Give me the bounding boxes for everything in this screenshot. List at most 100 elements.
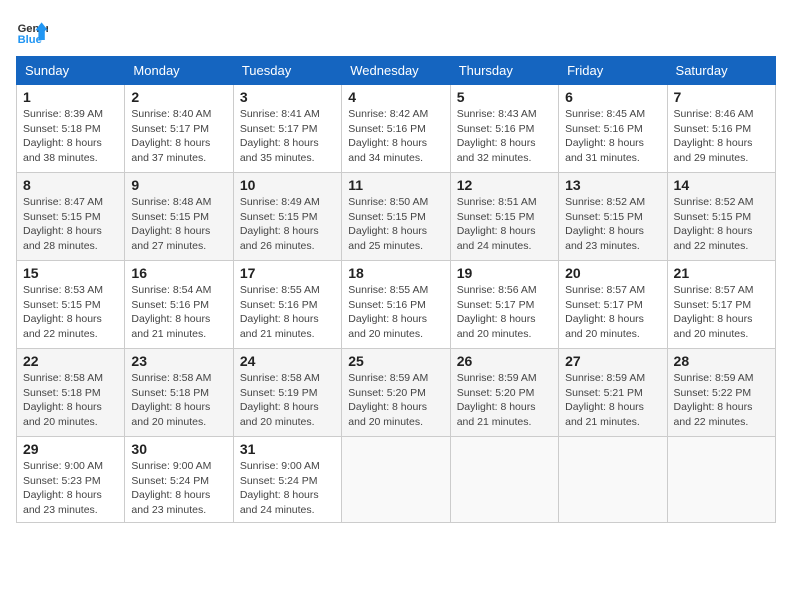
day-info: Sunrise: 8:59 AMSunset: 5:20 PMDaylight:… [348,371,443,430]
calendar-cell: 19Sunrise: 8:56 AMSunset: 5:17 PMDayligh… [450,261,558,349]
day-number: 10 [240,177,335,193]
calendar-cell: 12 Sunrise: 8:51 AMSunset: 5:15 PMDayligh… [450,173,558,261]
day-header-tuesday: Tuesday [233,57,341,85]
week-row-5: 29 Sunrise: 9:00 AMSunset: 5:23 PMDayligh… [17,437,776,523]
calendar-cell: 17 Sunrise: 8:55 AMSunset: 5:16 PMDayligh… [233,261,341,349]
calendar-table: SundayMondayTuesdayWednesdayThursdayFrid… [16,56,776,523]
day-number: 28 [674,353,769,369]
day-info: Sunrise: 8:45 AMSunset: 5:16 PMDaylight:… [565,107,660,166]
day-number: 11 [348,177,443,193]
day-number: 14 [674,177,769,193]
day-number: 18 [348,265,443,281]
calendar-cell: 31 Sunrise: 9:00 AMSunset: 5:24 PMDayligh… [233,437,341,523]
day-number: 26 [457,353,552,369]
calendar-cell: 22Sunrise: 8:58 AMSunset: 5:18 PMDayligh… [17,349,125,437]
calendar-cell: 1 Sunrise: 8:39 AMSunset: 5:18 PMDaylight… [17,85,125,173]
day-info: Sunrise: 8:48 AMSunset: 5:15 PMDaylight:… [131,195,226,254]
week-row-1: 1 Sunrise: 8:39 AMSunset: 5:18 PMDaylight… [17,85,776,173]
calendar-cell: 21 Sunrise: 8:57 AMSunset: 5:17 PMDayligh… [667,261,775,349]
day-info: Sunrise: 8:56 AMSunset: 5:17 PMDaylight:… [457,283,552,342]
day-number: 21 [674,265,769,281]
calendar-cell: 13 Sunrise: 8:52 AMSunset: 5:15 PMDayligh… [559,173,667,261]
day-header-monday: Monday [125,57,233,85]
day-info: Sunrise: 8:55 AMSunset: 5:16 PMDaylight:… [348,283,443,342]
day-info: Sunrise: 9:00 AMSunset: 5:23 PMDaylight:… [23,459,118,518]
day-number: 8 [23,177,118,193]
day-header-wednesday: Wednesday [342,57,450,85]
day-number: 24 [240,353,335,369]
calendar-cell: 27 Sunrise: 8:59 AMSunset: 5:21 PMDayligh… [559,349,667,437]
calendar-cell: 6Sunrise: 8:45 AMSunset: 5:16 PMDaylight… [559,85,667,173]
day-number: 27 [565,353,660,369]
logo-icon: General Blue [16,16,48,48]
day-header-saturday: Saturday [667,57,775,85]
day-info: Sunrise: 8:42 AMSunset: 5:16 PMDaylight:… [348,107,443,166]
day-info: Sunrise: 9:00 AMSunset: 5:24 PMDaylight:… [240,459,335,518]
page-header: General Blue [16,16,776,48]
day-number: 1 [23,89,118,105]
day-info: Sunrise: 8:52 AMSunset: 5:15 PMDaylight:… [565,195,660,254]
day-info: Sunrise: 8:54 AMSunset: 5:16 PMDaylight:… [131,283,226,342]
calendar-cell: 26 Sunrise: 8:59 AMSunset: 5:20 PMDayligh… [450,349,558,437]
day-info: Sunrise: 8:39 AMSunset: 5:18 PMDaylight:… [23,107,118,166]
logo: General Blue [16,16,48,48]
day-header-row: SundayMondayTuesdayWednesdayThursdayFrid… [17,57,776,85]
day-number: 29 [23,441,118,457]
day-number: 4 [348,89,443,105]
calendar-cell: 10 Sunrise: 8:49 AMSunset: 5:15 PMDayligh… [233,173,341,261]
calendar-cell: 3 Sunrise: 8:41 AMSunset: 5:17 PMDaylight… [233,85,341,173]
day-number: 2 [131,89,226,105]
day-info: Sunrise: 8:46 AMSunset: 5:16 PMDaylight:… [674,107,769,166]
calendar-cell: 11 Sunrise: 8:50 AMSunset: 5:15 PMDayligh… [342,173,450,261]
calendar-cell: 30 Sunrise: 9:00 AMSunset: 5:24 PMDayligh… [125,437,233,523]
day-info: Sunrise: 8:43 AMSunset: 5:16 PMDaylight:… [457,107,552,166]
day-header-thursday: Thursday [450,57,558,85]
day-info: Sunrise: 8:52 AMSunset: 5:15 PMDaylight:… [674,195,769,254]
day-info: Sunrise: 9:00 AMSunset: 5:24 PMDaylight:… [131,459,226,518]
svg-text:Blue: Blue [18,34,42,46]
calendar-cell: 20Sunrise: 8:57 AMSunset: 5:17 PMDayligh… [559,261,667,349]
day-number: 16 [131,265,226,281]
day-info: Sunrise: 8:50 AMSunset: 5:15 PMDaylight:… [348,195,443,254]
day-info: Sunrise: 8:57 AMSunset: 5:17 PMDaylight:… [674,283,769,342]
calendar-cell [559,437,667,523]
day-number: 23 [131,353,226,369]
calendar-cell: 28 Sunrise: 8:59 AMSunset: 5:22 PMDayligh… [667,349,775,437]
calendar-cell: 18 Sunrise: 8:55 AMSunset: 5:16 PMDayligh… [342,261,450,349]
day-number: 5 [457,89,552,105]
day-info: Sunrise: 8:49 AMSunset: 5:15 PMDaylight:… [240,195,335,254]
calendar-cell: 8 Sunrise: 8:47 AMSunset: 5:15 PMDaylight… [17,173,125,261]
day-info: Sunrise: 8:47 AMSunset: 5:15 PMDaylight:… [23,195,118,254]
calendar-cell: 29 Sunrise: 9:00 AMSunset: 5:23 PMDayligh… [17,437,125,523]
day-number: 12 [457,177,552,193]
calendar-cell: 23 Sunrise: 8:58 AMSunset: 5:18 PMDayligh… [125,349,233,437]
calendar-cell: 25Sunrise: 8:59 AMSunset: 5:20 PMDayligh… [342,349,450,437]
day-info: Sunrise: 8:59 AMSunset: 5:22 PMDaylight:… [674,371,769,430]
calendar-header: SundayMondayTuesdayWednesdayThursdayFrid… [17,57,776,85]
day-info: Sunrise: 8:58 AMSunset: 5:18 PMDaylight:… [131,371,226,430]
day-number: 7 [674,89,769,105]
day-number: 9 [131,177,226,193]
calendar-cell: 14 Sunrise: 8:52 AMSunset: 5:15 PMDayligh… [667,173,775,261]
day-info: Sunrise: 8:59 AMSunset: 5:20 PMDaylight:… [457,371,552,430]
day-number: 13 [565,177,660,193]
day-number: 20 [565,265,660,281]
week-row-3: 15Sunrise: 8:53 AMSunset: 5:15 PMDayligh… [17,261,776,349]
calendar-cell: 24 Sunrise: 8:58 AMSunset: 5:19 PMDayligh… [233,349,341,437]
day-number: 17 [240,265,335,281]
day-info: Sunrise: 8:41 AMSunset: 5:17 PMDaylight:… [240,107,335,166]
day-info: Sunrise: 8:55 AMSunset: 5:16 PMDaylight:… [240,283,335,342]
calendar-cell [450,437,558,523]
day-info: Sunrise: 8:59 AMSunset: 5:21 PMDaylight:… [565,371,660,430]
day-info: Sunrise: 8:51 AMSunset: 5:15 PMDaylight:… [457,195,552,254]
calendar-body: 1 Sunrise: 8:39 AMSunset: 5:18 PMDaylight… [17,85,776,523]
day-number: 31 [240,441,335,457]
day-number: 22 [23,353,118,369]
day-number: 30 [131,441,226,457]
day-number: 15 [23,265,118,281]
calendar-cell: 15Sunrise: 8:53 AMSunset: 5:15 PMDayligh… [17,261,125,349]
calendar-cell: 5 Sunrise: 8:43 AMSunset: 5:16 PMDaylight… [450,85,558,173]
day-number: 3 [240,89,335,105]
calendar-cell [667,437,775,523]
day-info: Sunrise: 8:58 AMSunset: 5:19 PMDaylight:… [240,371,335,430]
